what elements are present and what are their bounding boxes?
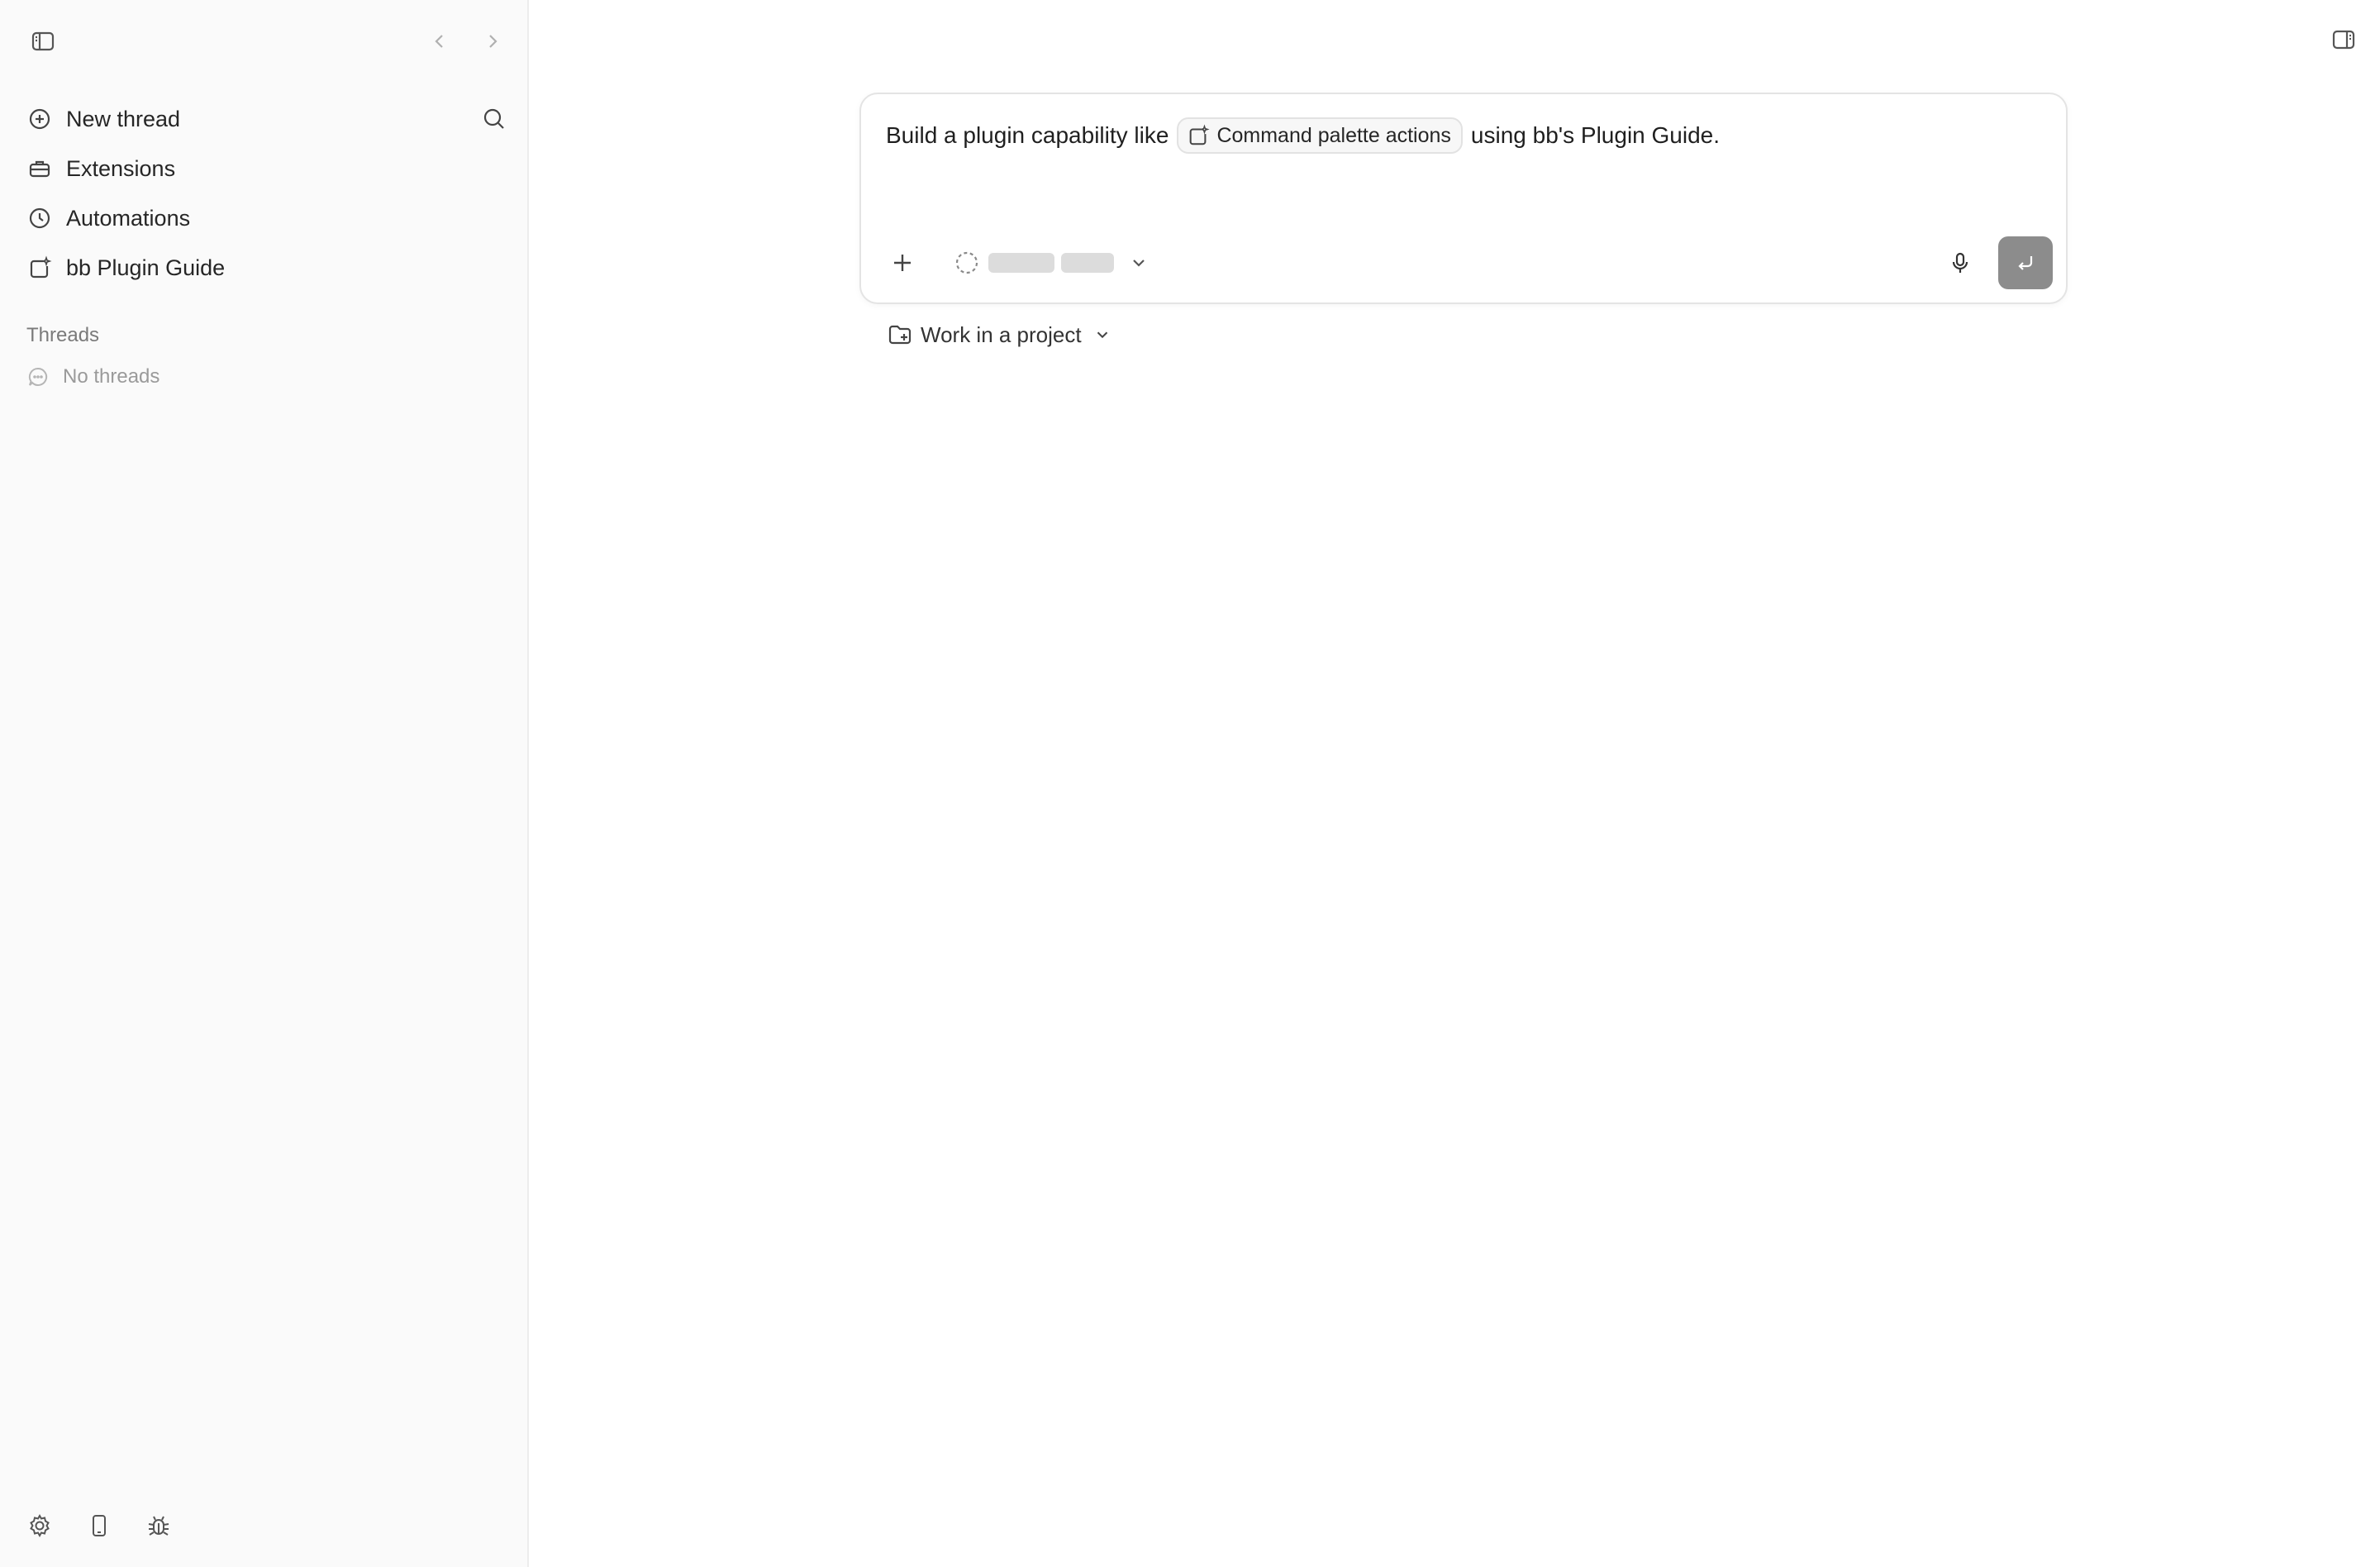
chip-label: Command palette actions	[1216, 123, 1451, 147]
sidebar: New thread Extensions Automations bb Plu…	[0, 0, 529, 1567]
no-threads-label: No threads	[63, 365, 160, 388]
capability-chip[interactable]: Command palette actions	[1177, 117, 1463, 154]
nav-label: New thread	[66, 106, 181, 131]
plus-circle-icon	[26, 106, 53, 132]
forward-arrow-icon[interactable]	[474, 23, 511, 60]
plugin-sparkle-icon	[1185, 122, 1211, 149]
nav-label: Automations	[66, 205, 191, 231]
nav-new-thread[interactable]: New thread	[13, 94, 516, 144]
loading-spinner-icon	[954, 250, 980, 276]
plugin-sparkle-icon	[26, 255, 53, 281]
threads-heading: Threads	[26, 324, 100, 346]
composer-text-before: Build a plugin capability like	[886, 122, 1169, 148]
chevron-down-icon	[1093, 326, 1111, 344]
project-label: Work in a project	[921, 321, 1082, 347]
loading-skeleton	[1061, 253, 1114, 273]
loading-skeleton	[988, 253, 1054, 273]
microphone-icon[interactable]	[1940, 243, 1980, 283]
sidebar-toggle-icon[interactable]	[25, 23, 61, 60]
nav-extensions[interactable]: Extensions	[13, 144, 516, 193]
back-arrow-icon[interactable]	[421, 23, 458, 60]
send-button[interactable]	[1998, 236, 2053, 289]
search-icon[interactable]	[474, 99, 514, 139]
chevron-down-icon	[1129, 253, 1149, 273]
clock-icon	[26, 205, 53, 231]
model-selector[interactable]	[954, 245, 1149, 281]
sidebar-nav: New thread Extensions Automations bb Plu…	[13, 94, 516, 293]
mobile-device-icon[interactable]	[79, 1506, 119, 1546]
sidebar-top-bar	[0, 0, 529, 79]
chat-bubble-icon	[26, 365, 50, 388]
folder-plus-icon	[886, 321, 914, 349]
bug-icon[interactable]	[139, 1506, 178, 1546]
add-attachment-plus-icon[interactable]	[881, 241, 924, 284]
right-panel-toggle-icon[interactable]	[2324, 20, 2363, 60]
message-composer[interactable]: Build a plugin capability like Command p…	[859, 93, 2068, 304]
toolbox-icon	[26, 155, 53, 182]
composer-toolbar	[881, 236, 2053, 289]
no-threads-placeholder: No threads	[26, 365, 159, 388]
nav-bb-plugin-guide[interactable]: bb Plugin Guide	[13, 243, 516, 293]
nav-automations[interactable]: Automations	[13, 193, 516, 243]
return-arrow-icon	[2013, 250, 2038, 275]
settings-gear-icon[interactable]	[20, 1506, 60, 1546]
nav-label: Extensions	[66, 155, 176, 181]
nav-label: bb Plugin Guide	[66, 255, 226, 280]
work-in-project-dropdown[interactable]: Work in a project	[886, 321, 1111, 349]
sidebar-footer	[20, 1506, 178, 1546]
composer-text-after: using bb's Plugin Guide.	[1470, 122, 1721, 148]
composer-input[interactable]: Build a plugin capability like Command p…	[886, 117, 2041, 154]
